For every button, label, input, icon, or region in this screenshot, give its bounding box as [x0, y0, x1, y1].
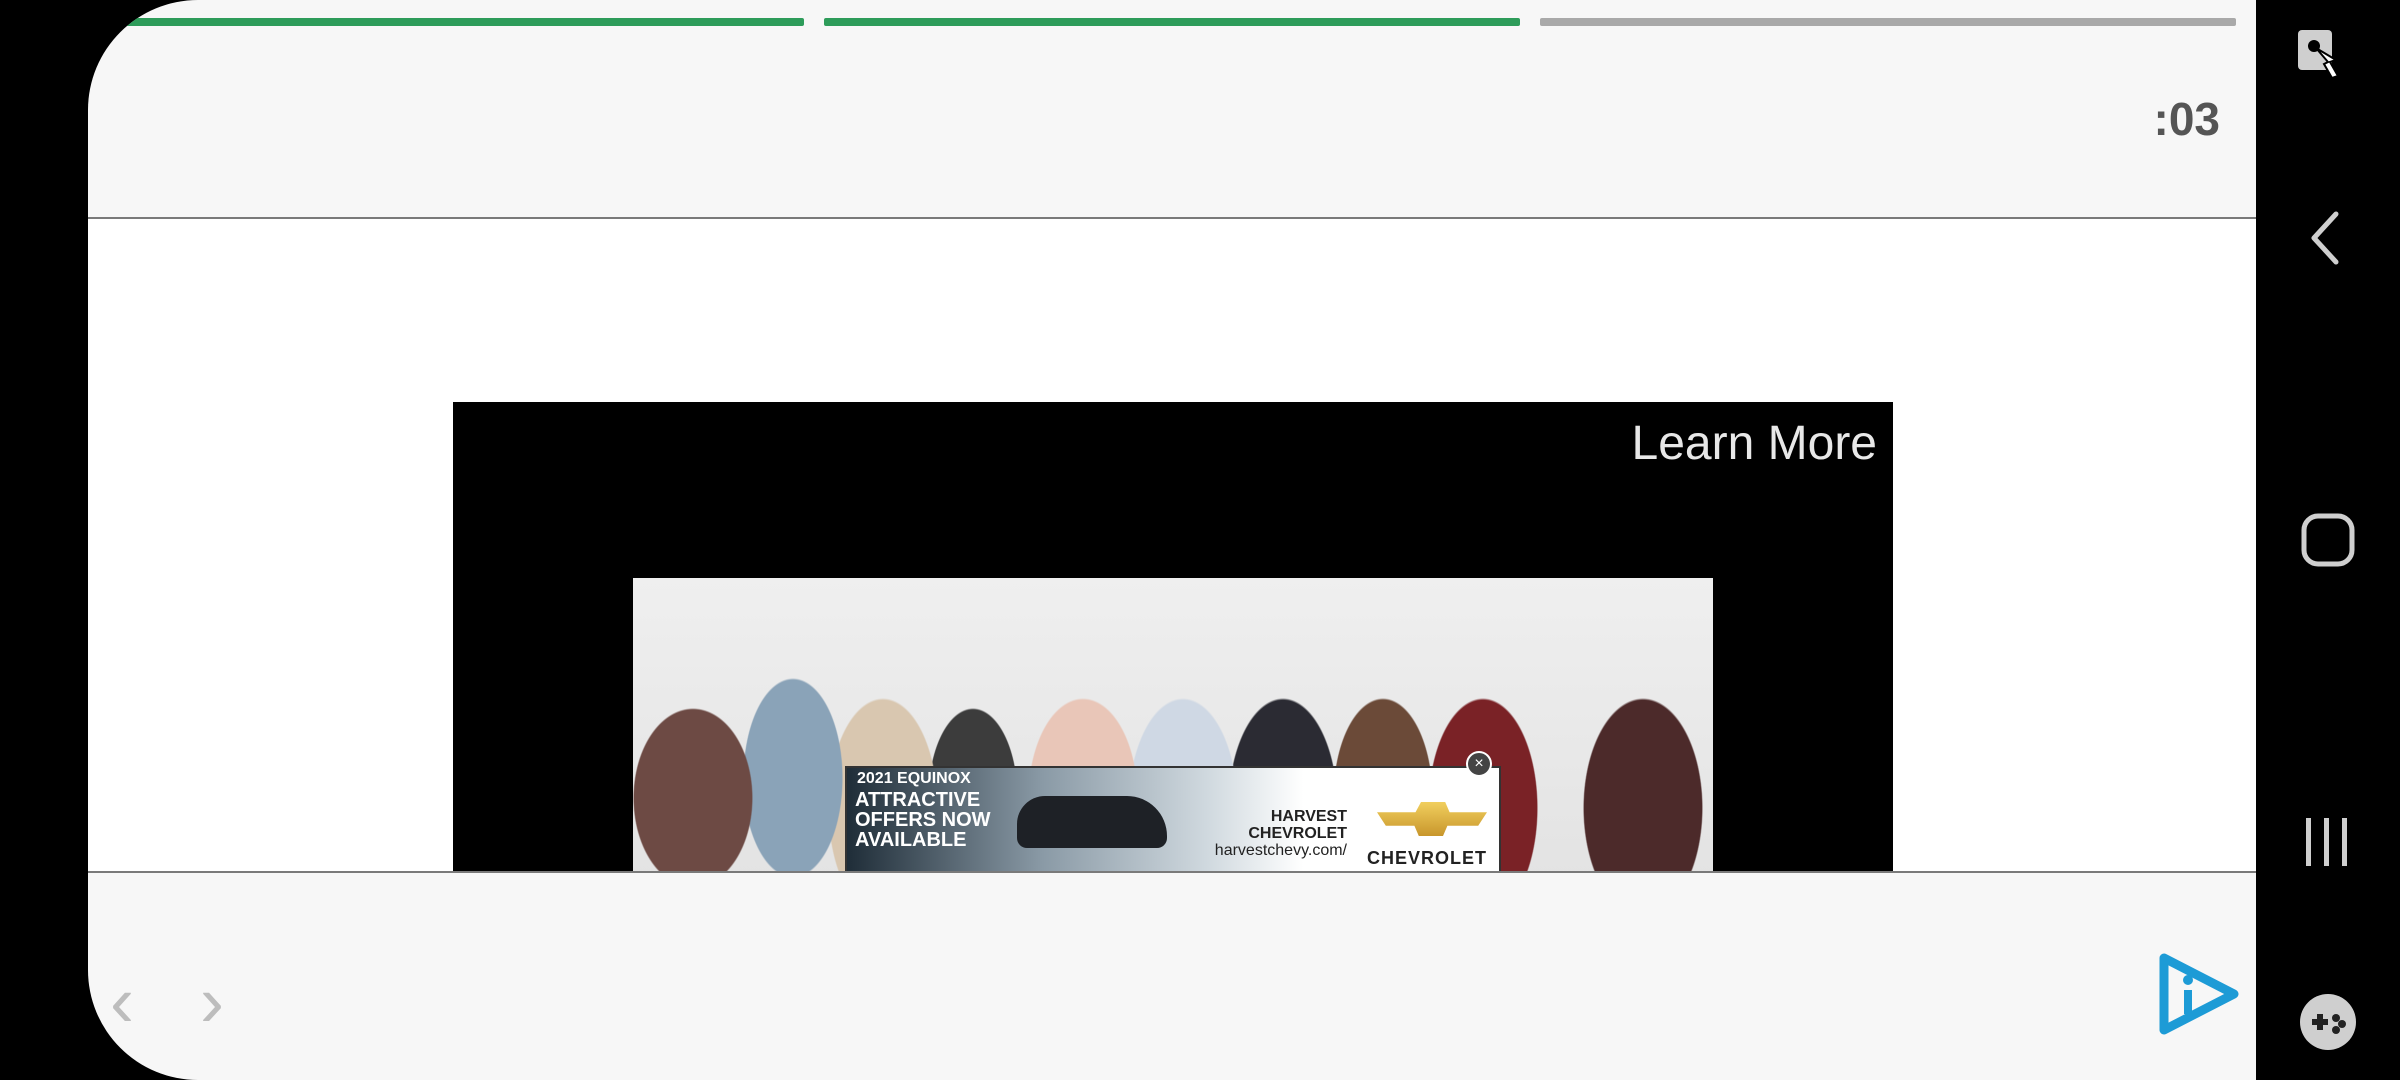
ad-banner[interactable]: 2021 EQUINOX ATTRACTIVE OFFERS NOW AVAIL… [845, 766, 1501, 872]
dealer-name-line1: HARVEST [1270, 808, 1347, 825]
video-ad-player[interactable]: Learn More 2021 EQUINOX ATTRACTIVE OFFER… [453, 402, 1893, 872]
car-image [1017, 796, 1167, 848]
ad-dealer-info: HARVEST CHEVROLET harvestchevy.com/ [1207, 808, 1347, 859]
footer-divider [88, 871, 2256, 873]
progress-segment-2 [824, 18, 1520, 26]
ad-content-area: Learn More 2021 EQUINOX ATTRACTIVE OFFER… [88, 219, 2256, 872]
learn-more-link[interactable]: Learn More [1632, 416, 1877, 471]
play-info-logo-icon[interactable] [2154, 950, 2242, 1043]
ad-close-button[interactable]: × [1466, 751, 1492, 777]
home-icon[interactable] [2300, 512, 2356, 573]
back-icon[interactable] [2306, 210, 2346, 271]
dealer-name-line2: CHEVROLET [1248, 825, 1347, 842]
system-navigation-bar [2256, 0, 2400, 1080]
app-window: :03 Learn More 2021 EQUINOX ATTRACTIVE O… [88, 0, 2256, 1080]
chevrolet-bowtie-icon [1377, 802, 1487, 836]
brand-text: CHEVROLET [1367, 848, 1488, 868]
ad-offer-text: ATTRACTIVE OFFERS NOW AVAILABLE [855, 789, 991, 851]
ad-model-text: 2021 EQUINOX [857, 770, 971, 787]
progress-segment-3 [1540, 18, 2236, 26]
next-button[interactable]: › [200, 966, 224, 1038]
dealer-url: harvestchevy.com/ [1214, 842, 1347, 859]
ad-video-frame[interactable]: 2021 EQUINOX ATTRACTIVE OFFERS NOW AVAIL… [633, 578, 1713, 872]
game-launcher-icon[interactable] [2298, 992, 2358, 1057]
countdown-timer: :03 [2153, 93, 2220, 145]
accessibility-touch-icon[interactable] [2294, 28, 2350, 93]
progress-segment-1 [108, 18, 804, 26]
recents-icon[interactable] [2302, 814, 2352, 875]
previous-button[interactable]: ‹ [110, 966, 134, 1038]
